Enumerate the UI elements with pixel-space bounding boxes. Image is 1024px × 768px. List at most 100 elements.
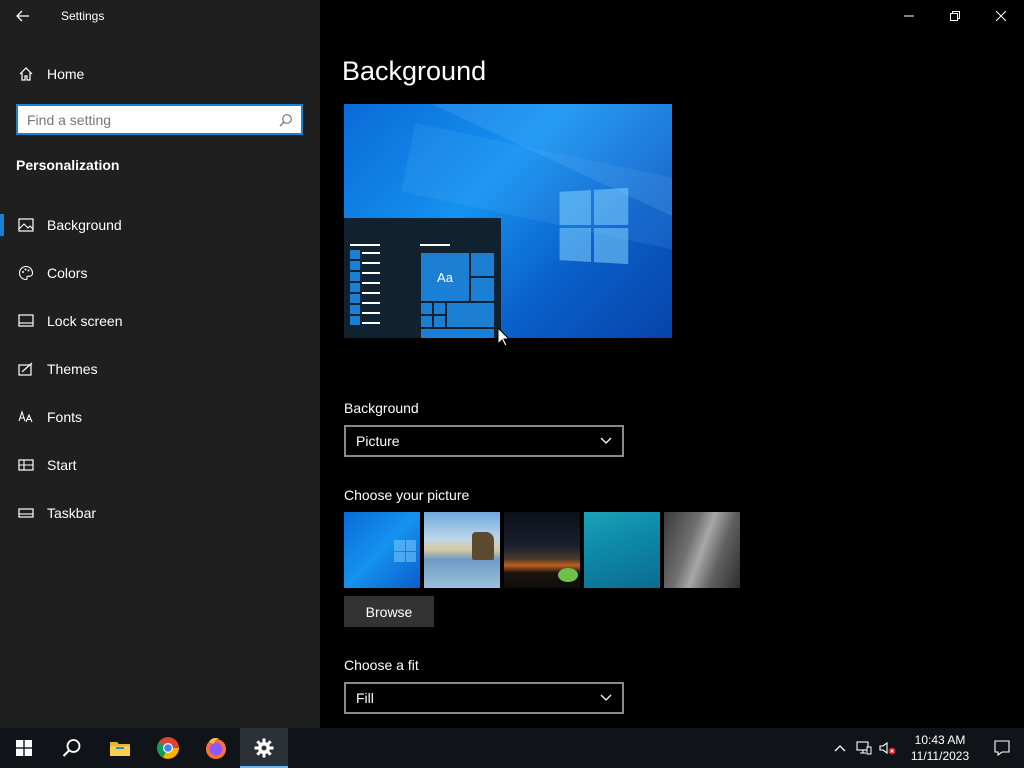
sidebar-item-lock-screen[interactable]: Lock screen — [0, 297, 320, 345]
tent-shape — [558, 568, 578, 582]
window-controls — [886, 0, 1024, 32]
sidebar: Settings Home Personalization Background… — [0, 0, 320, 728]
action-center-button[interactable] — [980, 728, 1024, 768]
background-dropdown-value: Picture — [356, 433, 400, 449]
preview-sidebar-strip — [350, 250, 360, 336]
preview-tile — [433, 302, 446, 315]
back-arrow-icon — [16, 10, 29, 22]
window-title: Settings — [61, 9, 105, 23]
chrome-button[interactable] — [144, 728, 192, 768]
themes-icon — [17, 360, 35, 378]
show-hidden-icons-button[interactable] — [828, 728, 852, 768]
lock-screen-icon — [17, 312, 35, 330]
taskbar-search-button[interactable] — [48, 728, 96, 768]
sidebar-item-start[interactable]: Start — [0, 441, 320, 489]
background-preview: Aa — [344, 104, 672, 338]
preview-line — [420, 244, 450, 246]
preview-list-lines — [362, 252, 380, 332]
minimize-button[interactable] — [886, 0, 932, 32]
start-icon — [17, 456, 35, 474]
sidebar-item-label: Background — [47, 217, 122, 233]
nav-list: Background Colors Lock screen Themes Fon… — [0, 201, 320, 537]
preview-tile-aa: Aa — [420, 252, 470, 302]
sidebar-item-label: Taskbar — [47, 505, 97, 521]
preview-line — [350, 244, 380, 246]
sidebar-item-fonts[interactable]: Fonts — [0, 393, 320, 441]
picture-thumbnail-underwater[interactable] — [584, 512, 660, 588]
sidebar-item-label: Themes — [47, 361, 98, 377]
notification-icon — [994, 740, 1010, 756]
search-icon[interactable] — [271, 113, 301, 127]
windows-start-icon — [16, 740, 32, 756]
sidebar-item-label: Lock screen — [47, 313, 123, 329]
system-tray: 10:43 AM 11/11/2023 — [828, 728, 1024, 768]
sidebar-item-label: Fonts — [47, 409, 83, 425]
firefox-button[interactable] — [192, 728, 240, 768]
palette-icon — [17, 264, 35, 282]
close-button[interactable] — [978, 0, 1024, 32]
settings-taskbar-button[interactable] — [240, 728, 288, 768]
search-box[interactable] — [16, 104, 303, 135]
search-icon — [62, 739, 81, 757]
windows-logo-icon — [394, 540, 416, 562]
browse-button[interactable]: Browse — [344, 596, 434, 627]
taskbar-icon — [17, 504, 35, 522]
preview-tile — [420, 315, 433, 328]
preview-tile — [446, 302, 495, 328]
fit-dropdown[interactable]: Fill — [344, 682, 624, 714]
picture-thumbnails — [344, 512, 740, 588]
search-input[interactable] — [18, 106, 271, 133]
sidebar-item-taskbar[interactable]: Taskbar — [0, 489, 320, 537]
sidebar-item-label: Colors — [47, 265, 88, 281]
picture-icon — [17, 216, 35, 234]
restore-button[interactable] — [932, 0, 978, 32]
sidebar-item-colors[interactable]: Colors — [0, 249, 320, 297]
taskbar: 10:43 AM 11/11/2023 — [0, 728, 1024, 768]
preview-tile — [420, 302, 433, 315]
back-button[interactable] — [0, 0, 46, 32]
chevron-down-icon — [600, 437, 612, 444]
background-dropdown[interactable]: Picture — [344, 425, 624, 457]
fonts-icon — [17, 408, 35, 426]
rock-shape — [472, 532, 494, 560]
picture-thumbnail-rock-face[interactable] — [664, 512, 740, 588]
main-content: Background Aa Background Picture Choose … — [320, 0, 1024, 728]
start-button[interactable] — [0, 728, 48, 768]
picture-thumbnail-beach[interactable] — [424, 512, 500, 588]
picture-thumbnail-windows[interactable] — [344, 512, 420, 588]
preview-start-menu: Aa — [344, 218, 501, 338]
firefox-icon — [206, 738, 226, 759]
network-icon — [856, 741, 872, 755]
windows-logo-icon — [559, 187, 629, 265]
section-heading: Personalization — [16, 157, 120, 173]
picture-thumbnail-night-sky[interactable] — [504, 512, 580, 588]
preview-tile — [420, 328, 495, 338]
home-nav-item[interactable]: Home — [0, 56, 320, 92]
background-field-label: Background — [344, 400, 419, 416]
sidebar-item-label: Start — [47, 457, 77, 473]
restore-icon — [950, 11, 960, 21]
network-button[interactable] — [852, 728, 876, 768]
clock-time: 10:43 AM — [914, 733, 966, 747]
sidebar-item-themes[interactable]: Themes — [0, 345, 320, 393]
preview-tiles: Aa — [420, 252, 495, 338]
fit-dropdown-value: Fill — [356, 690, 374, 706]
volume-muted-icon — [879, 741, 896, 755]
taskbar-clock[interactable]: 10:43 AM 11/11/2023 — [904, 732, 976, 764]
preview-tile — [433, 315, 446, 328]
title-bar: Settings — [0, 0, 320, 32]
chevron-up-icon — [834, 745, 846, 752]
close-icon — [996, 11, 1006, 21]
sidebar-item-background[interactable]: Background — [0, 201, 320, 249]
volume-button[interactable] — [876, 728, 900, 768]
choose-picture-label: Choose your picture — [344, 487, 470, 503]
mouse-cursor-icon — [497, 327, 509, 347]
file-explorer-icon — [110, 742, 130, 756]
settings-icon — [254, 738, 274, 758]
home-label: Home — [47, 66, 85, 82]
page-title: Background — [342, 56, 487, 86]
file-explorer-button[interactable] — [96, 728, 144, 768]
minimize-icon — [904, 15, 914, 17]
chrome-icon — [157, 737, 179, 759]
preview-tile — [470, 277, 495, 302]
